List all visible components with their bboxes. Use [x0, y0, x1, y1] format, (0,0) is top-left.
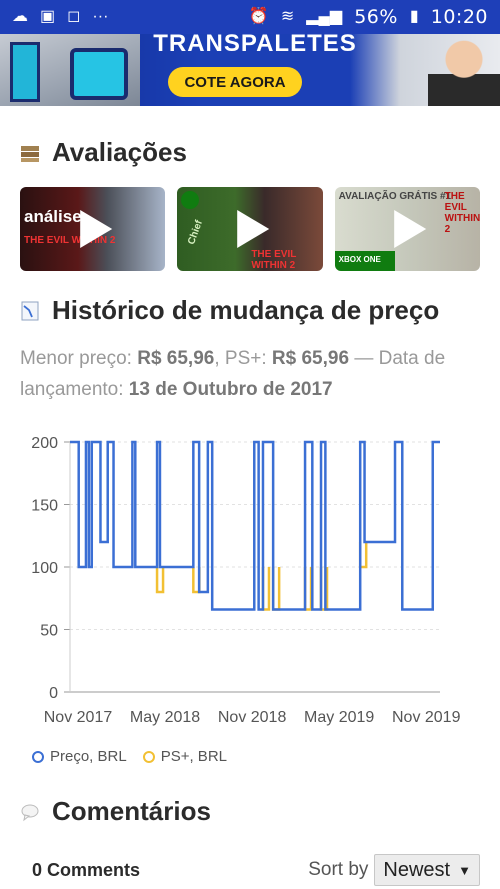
- chart-icon: [21, 301, 39, 320]
- video-caption: Chief: [186, 218, 206, 247]
- y-tick-label: 100: [31, 560, 58, 577]
- sort-value: Newest: [383, 858, 451, 881]
- legend-label-price: Preço, BRL: [50, 748, 127, 765]
- sort-control: Sort by Newest ▼: [308, 854, 480, 886]
- reviews-header: Avaliações: [20, 137, 187, 168]
- ad-banner[interactable]: TRANSPALETES COTE AGORA: [0, 34, 500, 106]
- reviews-title: Avaliações: [52, 137, 187, 167]
- comments-count: 0 Comments: [32, 859, 141, 880]
- x-tick-label: Nov 2018: [218, 709, 287, 726]
- alarm-icon: ⏰: [248, 8, 269, 25]
- video-thumbnail[interactable]: AVALIAÇÃO GRÁTIS #1 THE EVIL WITHIN 2 XB…: [334, 187, 480, 271]
- video-caption: análise: [24, 207, 82, 226]
- x-tick-label: May 2019: [304, 709, 374, 726]
- clock: 10:20: [430, 6, 488, 28]
- lowest-price-value: R$ 65,96: [137, 348, 215, 369]
- video-subtitle: THE EVIL WITHIN 2: [251, 249, 297, 271]
- sort-label: Sort by: [308, 859, 369, 880]
- instagram-icon: ◻: [67, 8, 81, 25]
- x-tick-label: May 2018: [130, 709, 200, 726]
- legend-label-psplus: PS+, BRL: [160, 748, 227, 765]
- play-icon[interactable]: [394, 210, 427, 248]
- chevron-down-icon: ▼: [458, 862, 471, 878]
- status-bar-left: ☁ ▣ ◻ ···: [12, 9, 108, 25]
- y-tick-label: 150: [31, 498, 58, 515]
- x-tick-label: Nov 2019: [392, 709, 461, 726]
- comments-title: Comentários: [52, 796, 211, 826]
- video-caption: AVALIAÇÃO GRÁTIS #1: [338, 191, 452, 202]
- play-icon[interactable]: [79, 210, 112, 248]
- legend-price[interactable]: Preço, BRL: [32, 748, 127, 765]
- play-icon[interactable]: [237, 210, 270, 248]
- sort-select[interactable]: Newest ▼: [374, 854, 480, 886]
- pallet-truck-icon: [10, 42, 40, 102]
- android-icon: ▣: [40, 8, 56, 25]
- banner-agent-image: [428, 34, 500, 106]
- chart-legend: Preço, BRL PS+, BRL: [32, 748, 227, 765]
- lowest-price-label: Menor preço:: [20, 348, 132, 369]
- comments-header: Comentários: [20, 796, 211, 827]
- platform-label: XBOX ONE: [338, 255, 381, 264]
- video-thumbnail[interactable]: Chief THE EVIL WITHIN 2: [177, 187, 323, 271]
- x-tick-label: Nov 2017: [44, 709, 113, 726]
- legend-dot-price: [32, 750, 44, 763]
- banner-product-image: [0, 34, 140, 106]
- review-videos: análise THE EVIL WITHIN 2 Chief THE EVIL…: [20, 187, 480, 271]
- pallet-jack-icon: [70, 48, 128, 100]
- y-tick-label: 0: [49, 685, 58, 702]
- battery-icon: ▮: [409, 8, 419, 25]
- comments-toolbar: 0 Comments Sort by Newest ▼: [20, 852, 480, 888]
- quote-now-button[interactable]: COTE AGORA: [168, 67, 302, 97]
- status-bar-right: ⏰ ≋ ▂▄▆ 56% ▮ 10:20: [249, 6, 488, 28]
- cloud-icon: ☁: [12, 8, 28, 25]
- release-date-value: 13 de Outubro de 2017: [128, 379, 333, 400]
- y-tick-label: 50: [40, 623, 58, 640]
- psplus-series-line: [155, 567, 165, 594]
- speech-bubble-icon: [21, 804, 39, 821]
- price-series-line: [70, 440, 440, 611]
- book-icon: [21, 145, 39, 162]
- legend-psplus[interactable]: PS+, BRL: [142, 748, 227, 765]
- psplus-price-value: R$ 65,96: [271, 348, 350, 369]
- video-thumbnail[interactable]: análise THE EVIL WITHIN 2: [20, 187, 166, 271]
- price-history-title: Histórico de mudança de preço: [52, 295, 440, 325]
- battery-level: 56%: [354, 6, 398, 28]
- wifi-icon: ≋: [280, 8, 295, 25]
- xbox-logo-icon: [181, 191, 200, 209]
- signal-icon: ▂▄▆: [306, 8, 343, 25]
- price-history-header: Histórico de mudança de preço: [20, 295, 439, 326]
- more-dots-icon: ···: [92, 8, 109, 25]
- banner-title: TRANSPALETES: [153, 34, 357, 57]
- video-subtitle: THE EVIL WITHIN 2: [444, 191, 480, 235]
- legend-dot-psplus: [142, 750, 155, 763]
- price-history-chart: 200 150 100 50 0 Nov 2017 May 2018 Nov 2018 May …: [31, 435, 461, 726]
- psplus-label: , PS+:: [214, 348, 267, 369]
- status-bar: ☁ ▣ ◻ ··· ⏰ ≋ ▂▄▆ 56% ▮ 10:20: [0, 0, 500, 34]
- price-summary: Menor preço: R$ 65,96, PS+: R$ 65,96 — D…: [20, 343, 480, 405]
- y-tick-label: 200: [31, 435, 58, 452]
